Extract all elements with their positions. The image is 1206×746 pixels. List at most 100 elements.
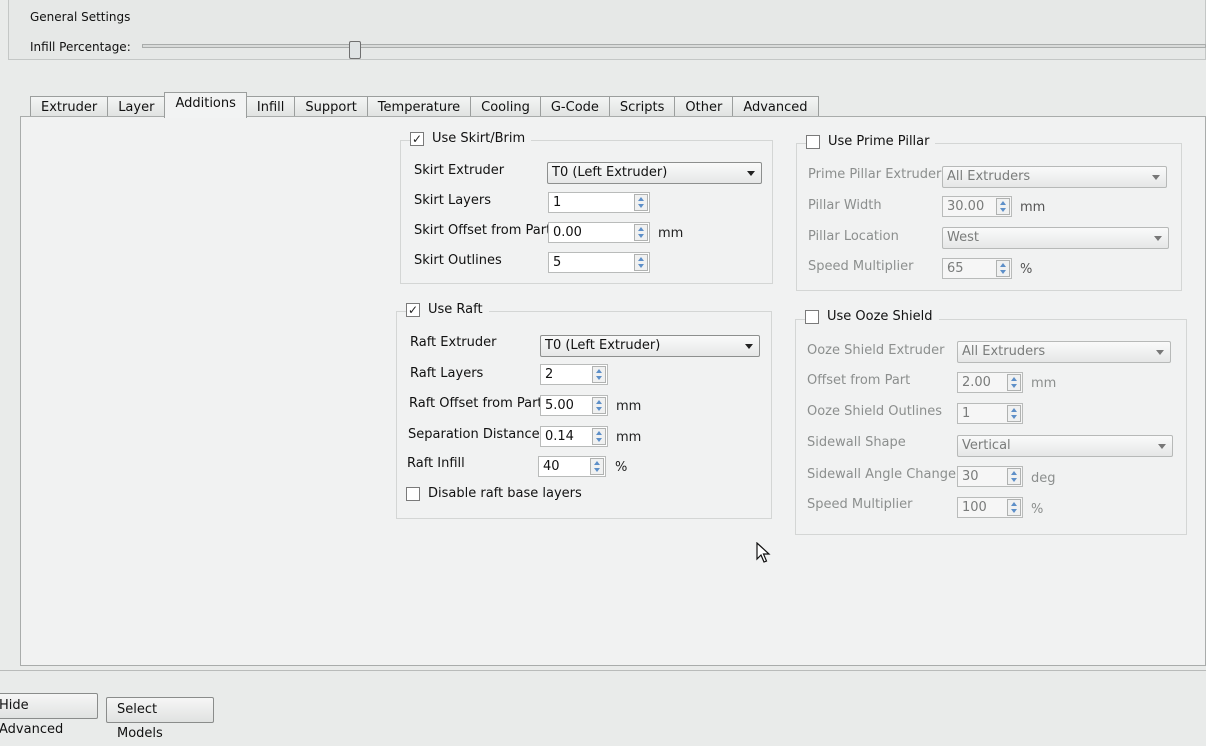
sidewall-angle-label: Sidewall Angle Change [807,467,956,482]
tab-support[interactable]: Support [294,96,368,118]
select-models-button[interactable]: Select Models [106,697,214,741]
skirt-layers-spinbox[interactable]: 1 [548,192,650,213]
use-raft-checkbox[interactable]: ✓ [406,302,420,317]
spin-arrows-icon[interactable] [996,260,1010,277]
spin-arrows-icon[interactable] [1007,468,1021,485]
spin-arrows-icon[interactable] [592,428,606,445]
chevron-down-icon [747,171,755,176]
chevron-down-icon [1158,444,1166,449]
raft-extruder-label: Raft Extruder [410,335,497,350]
skirt-outlines-value: 5 [553,255,562,270]
general-settings-group [8,0,1206,60]
spin-arrows-icon[interactable] [634,254,648,271]
raft-infill-spinbox[interactable]: 40 [538,456,606,477]
disable-raft-base-row: Disable raft base layers [406,486,588,501]
sidewall-shape-select[interactable]: Vertical [957,435,1173,457]
skirt-offset-spinbox[interactable]: 0.00 [548,222,650,243]
separation-distance-spinbox[interactable]: 0.14 [540,426,608,447]
use-ooze-shield-checkbox[interactable] [805,309,819,324]
spin-arrows-icon[interactable] [996,198,1010,215]
separation-distance-label: Separation Distance [408,427,540,442]
infill-slider-handle[interactable] [348,41,361,59]
prime-speed-multiplier-spinbox[interactable]: 65 [942,258,1012,279]
tab-cooling[interactable]: Cooling [470,96,541,118]
raft-group-header: ✓ Use Raft [406,302,489,317]
tab-scripts[interactable]: Scripts [608,96,676,118]
prime-pillar-extruder-select[interactable]: All Extruders [942,166,1167,188]
use-skirt-checkbox[interactable]: ✓ [410,131,424,146]
skirt-layers-value: 1 [553,195,562,210]
ooze-offset-unit: mm [1031,376,1057,391]
tab-temperature[interactable]: Temperature [366,96,472,118]
ooze-speed-multiplier-value: 100 [962,500,987,515]
raft-infill-label: Raft Infill [407,456,465,471]
spin-arrows-icon[interactable] [592,397,606,414]
skirt-extruder-select[interactable]: T0 (Left Extruder) [547,162,762,184]
raft-infill-unit: % [615,460,628,475]
tab-advanced[interactable]: Advanced [732,96,819,118]
use-prime-pillar-label: Use Prime Pillar [828,134,930,149]
chevron-down-icon [1154,236,1162,241]
tab-infill[interactable]: Infill [245,96,296,118]
skirt-outlines-label: Skirt Outlines [414,253,502,268]
spin-arrows-icon[interactable] [592,366,606,383]
pillar-location-select[interactable]: West [942,227,1169,249]
pillar-width-unit: mm [1020,200,1046,215]
pillar-width-label: Pillar Width [808,198,882,213]
sidewall-angle-unit: deg [1031,471,1056,486]
spin-arrows-icon[interactable] [1007,374,1021,391]
use-prime-pillar-checkbox[interactable] [806,134,820,149]
pillar-width-spinbox[interactable]: 30.00 [942,196,1012,217]
raft-extruder-value: T0 (Left Extruder) [545,338,661,353]
ooze-speed-multiplier-spinbox[interactable]: 100 [957,497,1023,518]
use-raft-label: Use Raft [428,302,483,317]
raft-offset-unit: mm [616,399,642,414]
ooze-shield-extruder-select[interactable]: All Extruders [957,341,1171,363]
skirt-layers-label: Skirt Layers [414,193,491,208]
tab-other[interactable]: Other [674,96,734,118]
raft-offset-spinbox[interactable]: 5.00 [540,395,608,416]
spin-arrows-icon[interactable] [590,458,604,475]
ooze-speed-multiplier-label: Speed Multiplier [807,497,913,512]
skirt-group-header: ✓ Use Skirt/Brim [410,131,532,146]
disable-raft-base-label: Disable raft base layers [428,486,582,501]
sidewall-shape-value: Vertical [962,438,1011,453]
ooze-outlines-spinbox[interactable]: 1 [957,403,1023,424]
bottom-separator [0,670,1206,671]
ooze-offset-label: Offset from Part [807,373,911,388]
raft-extruder-select[interactable]: T0 (Left Extruder) [540,335,760,357]
pillar-width-value: 30.00 [947,199,985,214]
check-icon: ✓ [411,131,423,146]
ooze-shield-extruder-label: Ooze Shield Extruder [807,343,945,358]
disable-raft-base-checkbox[interactable] [406,486,420,501]
use-ooze-shield-label: Use Ooze Shield [827,309,933,324]
spin-arrows-icon[interactable] [634,224,648,241]
skirt-offset-unit: mm [658,226,684,241]
skirt-outlines-spinbox[interactable]: 5 [548,252,650,273]
hide-advanced-button[interactable]: Hide Advanced [0,693,98,737]
infill-slider-track[interactable] [142,44,1206,48]
pillar-location-value: West [947,230,979,245]
ooze-shield-extruder-value: All Extruders [962,344,1046,359]
ooze-offset-spinbox[interactable]: 2.00 [957,372,1023,393]
tab-additions[interactable]: Additions [164,92,247,118]
infill-percentage-label: Infill Percentage: [30,40,131,54]
tab-bar: Extruder Layer Additions Infill Support … [30,92,819,118]
mouse-pointer-icon [756,542,771,563]
chevron-down-icon [1156,350,1164,355]
ooze-outlines-value: 1 [962,406,971,421]
raft-layers-label: Raft Layers [410,366,484,381]
raft-layers-spinbox[interactable]: 2 [540,364,608,385]
raft-offset-label: Raft Offset from Part [409,396,543,411]
sidewall-angle-spinbox[interactable]: 30 [957,466,1023,487]
ooze-outlines-label: Ooze Shield Outlines [807,404,943,419]
chevron-down-icon [1152,175,1160,180]
spin-arrows-icon[interactable] [1007,405,1021,422]
tab-gcode[interactable]: G-Code [539,96,610,118]
tab-extruder[interactable]: Extruder [30,96,109,118]
tab-layer[interactable]: Layer [107,96,166,118]
skirt-offset-value: 0.00 [553,225,582,240]
spin-arrows-icon[interactable] [634,194,648,211]
separation-distance-value: 0.14 [545,429,574,444]
spin-arrows-icon[interactable] [1007,499,1021,516]
